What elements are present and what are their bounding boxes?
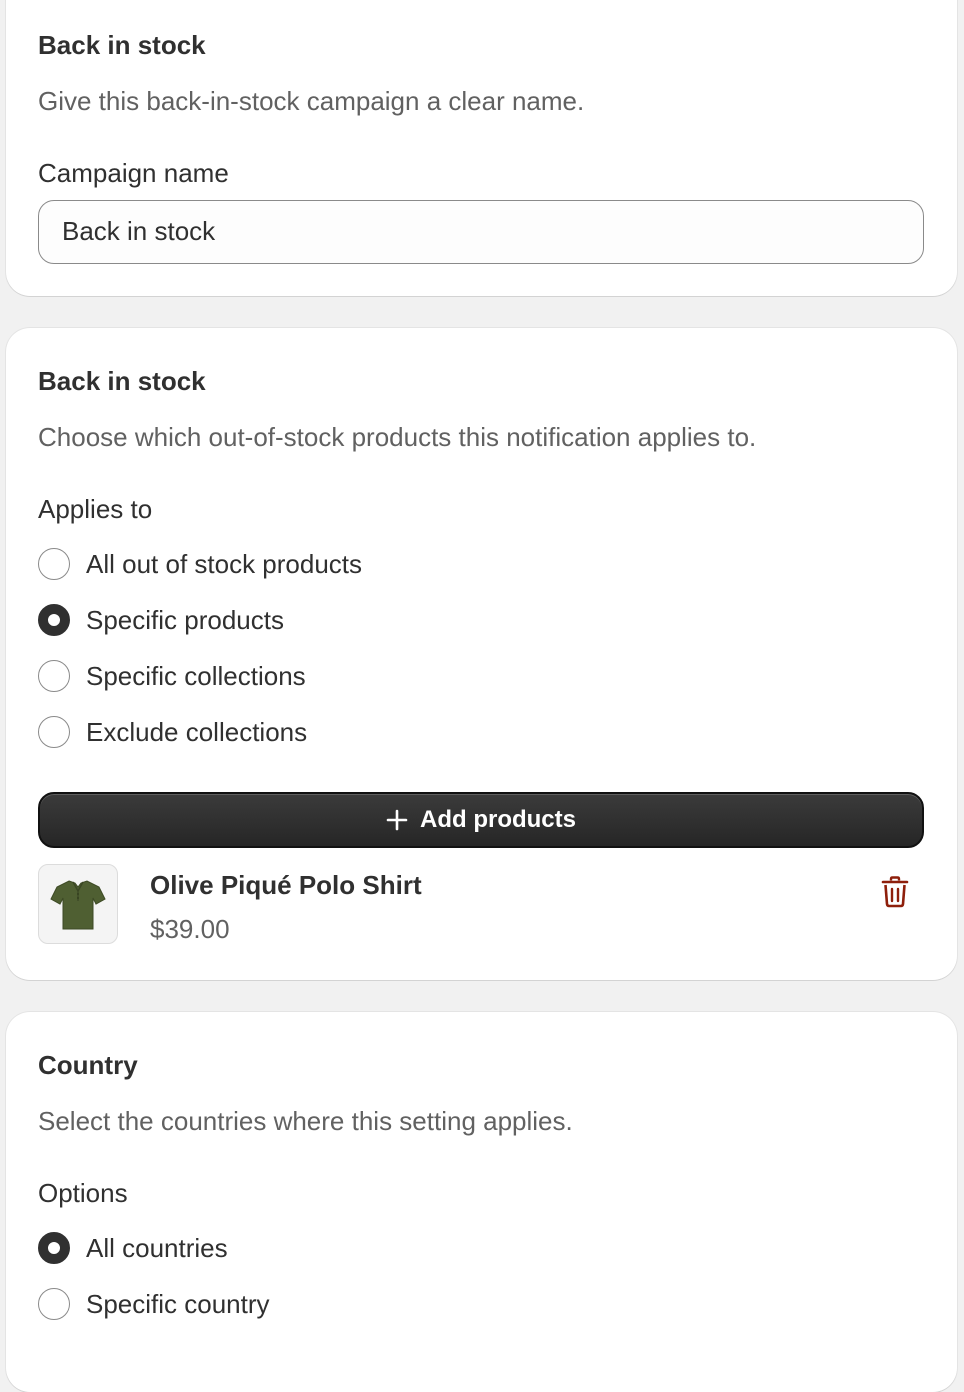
country-card: Country Select the countries where this … bbox=[6, 1012, 957, 1392]
delete-product-button[interactable] bbox=[874, 871, 916, 913]
radio-option-specific-collections[interactable]: Specific collections bbox=[38, 658, 306, 694]
radio-option-specific-products[interactable]: Specific products bbox=[38, 602, 284, 638]
radio-button[interactable] bbox=[38, 716, 70, 748]
radio-label: All out of stock products bbox=[86, 548, 363, 579]
radio-label: Specific products bbox=[86, 604, 284, 635]
campaign-card-description: Give this back-in-stock campaign a clear… bbox=[38, 86, 585, 116]
radio-option-exclude-collections[interactable]: Exclude collections bbox=[38, 714, 307, 750]
campaign-name-card: Back in stock Give this back-in-stock ca… bbox=[6, 0, 957, 296]
campaign-name-input[interactable]: Back in stock bbox=[38, 200, 924, 264]
products-card-title: Back in stock bbox=[38, 366, 206, 396]
radio-button[interactable] bbox=[38, 1288, 70, 1320]
products-card-description: Choose which out-of-stock products this … bbox=[38, 422, 757, 452]
product-thumbnail bbox=[38, 864, 118, 944]
radio-label: Exclude collections bbox=[86, 716, 308, 747]
country-card-description: Select the countries where this setting … bbox=[38, 1106, 573, 1136]
radio-button-selected[interactable] bbox=[38, 604, 70, 636]
radio-button-selected[interactable] bbox=[38, 1232, 70, 1264]
product-price: $39.00 bbox=[150, 914, 230, 944]
radio-button[interactable] bbox=[38, 548, 70, 580]
trash-icon bbox=[881, 876, 909, 908]
plus-icon bbox=[386, 809, 408, 831]
add-products-button[interactable]: Add products bbox=[38, 792, 924, 848]
radio-option-all-out-of-stock[interactable]: All out of stock products bbox=[38, 546, 362, 582]
options-label: Options bbox=[38, 1178, 128, 1208]
polo-shirt-image bbox=[50, 880, 106, 930]
campaign-card-title: Back in stock bbox=[38, 30, 206, 60]
radio-button[interactable] bbox=[38, 660, 70, 692]
applies-to-label: Applies to bbox=[38, 494, 153, 524]
radio-option-all-countries[interactable]: All countries bbox=[38, 1230, 228, 1266]
product-name[interactable]: Olive Piqué Polo Shirt bbox=[150, 870, 422, 901]
radio-option-specific-country[interactable]: Specific country bbox=[38, 1286, 270, 1322]
products-card: Back in stock Choose which out-of-stock … bbox=[6, 328, 957, 980]
radio-label: Specific collections bbox=[86, 660, 306, 691]
campaign-name-label: Campaign name bbox=[38, 158, 229, 188]
country-card-title: Country bbox=[38, 1050, 138, 1080]
radio-label: Specific country bbox=[86, 1288, 270, 1319]
add-products-label: Add products bbox=[420, 806, 576, 833]
radio-label: All countries bbox=[86, 1232, 228, 1263]
